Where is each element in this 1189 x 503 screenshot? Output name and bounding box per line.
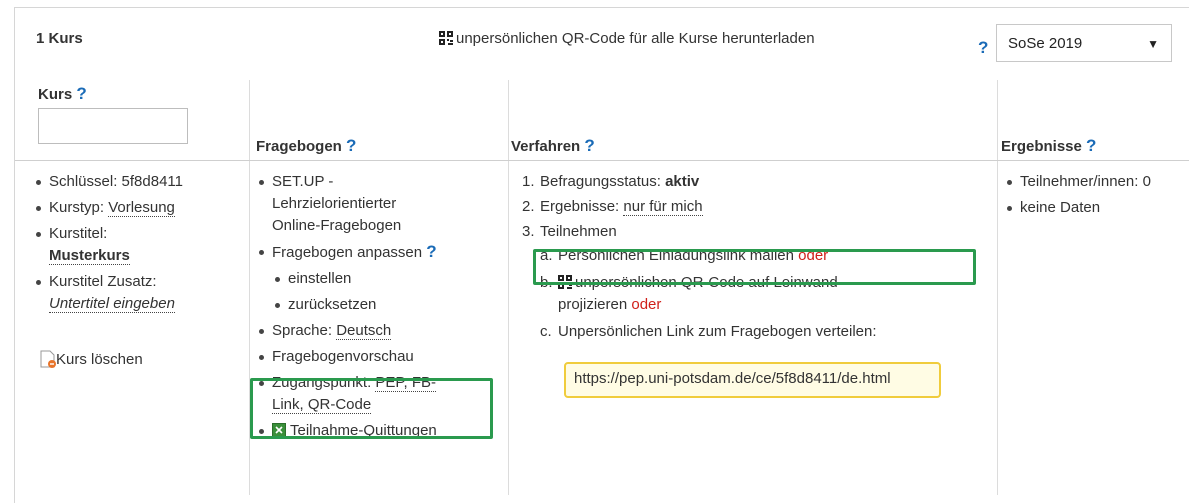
ergebnisse-label: Ergebnisse:: [540, 198, 624, 215]
fragebogen-anpassen-label: Fragebogen anpassen: [272, 244, 423, 261]
ergebnisse-value[interactable]: nur für mich: [623, 198, 703, 216]
kurs-key: Schlüssel: 5f8d8411: [33, 171, 243, 193]
kurs-type-label: Kurstyp:: [49, 199, 109, 216]
einstellen-label: einstellen: [288, 270, 352, 287]
help-icon[interactable]: ?: [584, 136, 594, 155]
column-header-kurs: Kurs ?: [38, 84, 87, 104]
zuruecksetzen-link[interactable]: zurücksetzen: [272, 294, 501, 316]
semester-selected: SoSe 2019: [1008, 35, 1083, 52]
step-number: 2.: [522, 198, 535, 215]
fragebogen-link-box[interactable]: https://pep.uni-potsdam.de/ce/5f8d8411/d…: [564, 362, 941, 398]
kurs-details: Schlüssel: 5f8d8411 Kurstyp: Vorlesung K…: [33, 171, 243, 319]
header-divider: [15, 160, 1189, 161]
kurs-subtitle-value[interactable]: Untertitel eingeben: [49, 295, 175, 313]
befragungsstatus: 1. Befragungsstatus: aktiv: [522, 171, 982, 193]
anpassen-sublist: einstellen zurücksetzen: [272, 268, 501, 316]
column-header-fragebogen: Fragebogen ?: [256, 136, 356, 156]
kurs-key-text: Schlüssel: 5f8d8411: [49, 173, 183, 190]
column-divider: [997, 80, 998, 495]
delete-document-icon: [40, 350, 56, 368]
fragebogen-name-line: Online-Fragebogen: [272, 217, 402, 234]
status-value: aktiv: [665, 173, 700, 190]
column-title: Fragebogen: [256, 138, 342, 155]
kurs-filter-input[interactable]: [38, 108, 188, 144]
kurs-title-value[interactable]: Musterkurs: [49, 247, 130, 265]
help-icon[interactable]: ?: [426, 242, 436, 261]
highlight-einladungslink: [533, 249, 976, 285]
help-icon[interactable]: ?: [1086, 136, 1096, 155]
zuruecksetzen-label: zurücksetzen: [288, 296, 377, 313]
fragebogen-name-line: SET.UP -: [272, 173, 334, 190]
semester-help-icon[interactable]: ?: [978, 38, 988, 58]
keine-daten: keine Daten: [1004, 197, 1189, 219]
vorschau-label: Fragebogenvorschau: [272, 348, 414, 365]
help-icon[interactable]: ?: [346, 136, 356, 155]
sprache-label: Sprache:: [272, 322, 337, 339]
link-option: c. Unpersönlichen Link zum Fragebogen ver…: [540, 321, 982, 343]
kurs-title: Kurstitel: Musterkurs: [33, 223, 243, 267]
fragebogen-name-line: Lehrzielorientierter: [272, 195, 397, 212]
kurs-type: Kurstyp: Vorlesung: [33, 197, 243, 219]
column-title: Ergebnisse: [1001, 138, 1082, 155]
step-number: 3.: [522, 223, 535, 240]
sprache: Sprache: Deutsch: [256, 320, 501, 342]
qr-leinwand-label: projizieren: [558, 296, 632, 313]
delete-course-link[interactable]: Kurs löschen: [40, 350, 143, 368]
step-number: 1.: [522, 173, 535, 190]
column-title: Verfahren: [511, 138, 581, 155]
column-header-ergebnisse: Ergebnisse ?: [1001, 136, 1096, 156]
vorschau-link[interactable]: Fragebogenvorschau: [256, 346, 501, 368]
teilnehmen-label: Teilnehmen: [540, 223, 617, 240]
semester-select[interactable]: SoSe 2019 ▼: [996, 24, 1172, 62]
course-count: 1 Kurs: [36, 30, 83, 47]
fragebogen-link[interactable]: https://pep.uni-potsdam.de/ce/5f8d8411/d…: [574, 370, 891, 387]
highlight-zugangspunkt: [250, 378, 493, 439]
teilnehmer-count: Teilnehmer/innen: 0: [1004, 171, 1189, 193]
column-title: Kurs: [38, 86, 73, 103]
column-divider: [508, 80, 509, 495]
link-option-label: Unpersönlichen Link zum Fragebogen verte…: [558, 323, 877, 340]
option-marker: c.: [540, 323, 552, 340]
delete-course-label: Kurs löschen: [56, 351, 143, 368]
column-header-verfahren: Verfahren ?: [511, 136, 595, 156]
qr-code-icon: [439, 31, 453, 45]
help-icon[interactable]: ?: [76, 84, 86, 103]
kurs-title-label: Kurstitel:: [49, 225, 108, 242]
ergebnisse-setting: 2. Ergebnisse: nur für mich: [522, 196, 982, 218]
qr-all-label: unpersönlichen QR-Code für alle Kurse he…: [456, 30, 815, 47]
kurs-type-value[interactable]: Vorlesung: [108, 199, 175, 217]
einstellen-link[interactable]: einstellen: [272, 268, 501, 290]
sprache-value[interactable]: Deutsch: [336, 322, 392, 340]
kurs-subtitle-label: Kurstitel Zusatz:: [49, 273, 157, 290]
keine-daten-text: keine Daten: [1020, 199, 1101, 216]
ergebnisse-details: Teilnehmer/innen: 0 keine Daten: [1004, 171, 1189, 223]
kurs-subtitle: Kurstitel Zusatz: Untertitel eingeben: [33, 271, 243, 315]
fragebogen-anpassen: Fragebogen anpassen ? einstellen zurücks…: [256, 241, 501, 316]
qr-all-link[interactable]: unpersönlichen QR-Code für alle Kurse he…: [439, 30, 815, 47]
teilnehmer-text: Teilnehmer/innen: 0: [1020, 173, 1151, 190]
fragebogen-name: SET.UP - Lehrzielorientierter Online-Frage…: [256, 171, 501, 237]
oder-text: oder: [631, 296, 662, 313]
chevron-down-icon: ▼: [1147, 37, 1159, 51]
status-label: Befragungsstatus:: [540, 173, 666, 190]
